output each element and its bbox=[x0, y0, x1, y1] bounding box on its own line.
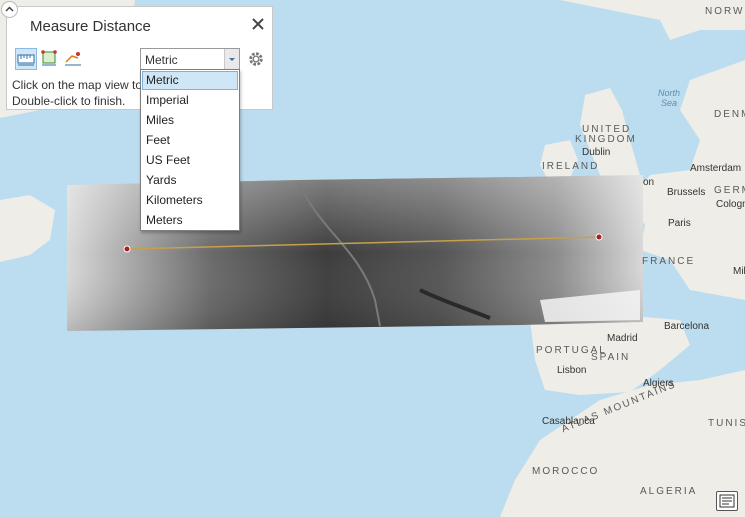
unit-select-value: Metric bbox=[145, 53, 178, 67]
unit-option-feet[interactable]: Feet bbox=[142, 131, 238, 150]
label-barcelona: Barcelona bbox=[664, 321, 710, 332]
label-north-sea: North Sea bbox=[658, 88, 680, 108]
panel-title: Measure Distance bbox=[30, 18, 151, 35]
measure-distance-tool-button[interactable] bbox=[15, 48, 37, 70]
chevron-down-icon[interactable] bbox=[224, 49, 239, 69]
unit-option-us-feet[interactable]: US Feet bbox=[142, 151, 238, 170]
unit-option-imperial[interactable]: Imperial bbox=[142, 91, 238, 110]
label-algeria: ALGERIA bbox=[640, 486, 698, 497]
label-algiers: Algiers bbox=[643, 378, 674, 389]
label-cologne: Cologn bbox=[716, 199, 745, 210]
label-madrid: Madrid bbox=[607, 333, 638, 344]
label-germany: GERM bbox=[714, 185, 745, 196]
measure-area-tool-button[interactable] bbox=[39, 48, 61, 70]
label-kingdom: KINGDOM bbox=[575, 134, 637, 145]
unit-dropdown-list: Metric Imperial Miles Feet US Feet Yards… bbox=[140, 69, 240, 231]
legend-icon bbox=[719, 494, 735, 508]
label-brussels: Brussels bbox=[667, 187, 706, 198]
label-denmark: DENM bbox=[714, 109, 745, 120]
unit-option-miles[interactable]: Miles bbox=[142, 111, 238, 130]
label-norway: NORW bbox=[705, 6, 745, 17]
unit-option-metric[interactable]: Metric bbox=[142, 71, 238, 90]
label-france: FRANCE bbox=[642, 256, 696, 267]
label-dublin: Dublin bbox=[582, 147, 611, 158]
label-morocco: MOROCCO bbox=[532, 466, 600, 477]
gear-icon[interactable] bbox=[247, 50, 265, 68]
chevron-up-icon bbox=[5, 6, 14, 12]
collapse-button[interactable] bbox=[1, 1, 18, 18]
hint-line-1: Click on the map view to bbox=[12, 78, 143, 92]
label-tunisia: TUNISI bbox=[708, 418, 745, 429]
hint-line-2: Double-click to finish. bbox=[12, 94, 126, 108]
label-north: North bbox=[658, 88, 681, 98]
panel-hint: Click on the map view to Double-click to… bbox=[12, 77, 142, 109]
label-london-partial: on bbox=[643, 177, 655, 188]
close-icon[interactable] bbox=[250, 16, 266, 32]
label-lisbon: Lisbon bbox=[557, 365, 587, 376]
unit-option-meters[interactable]: Meters bbox=[142, 211, 238, 230]
label-spain: SPAIN bbox=[591, 352, 631, 363]
legend-button[interactable] bbox=[716, 491, 738, 511]
measure-features-icon bbox=[65, 52, 81, 66]
unit-option-kilometers[interactable]: Kilometers bbox=[142, 191, 238, 210]
label-sea: Sea bbox=[661, 98, 678, 108]
measure-vertex-start[interactable] bbox=[123, 245, 131, 253]
unit-option-yards[interactable]: Yards bbox=[142, 171, 238, 190]
measure-vertex-end[interactable] bbox=[595, 233, 603, 241]
label-milan: Mil bbox=[733, 266, 745, 277]
label-ireland: IRELAND bbox=[542, 161, 600, 172]
unit-select[interactable]: Metric bbox=[140, 48, 240, 70]
label-casablanca: Casablanca bbox=[542, 416, 595, 427]
label-paris: Paris bbox=[668, 218, 691, 229]
measure-area-icon bbox=[41, 50, 57, 66]
measure-distance-icon bbox=[17, 54, 35, 66]
label-amsterdam: Amsterdam bbox=[690, 163, 742, 174]
measure-features-tool-button[interactable] bbox=[63, 48, 85, 70]
